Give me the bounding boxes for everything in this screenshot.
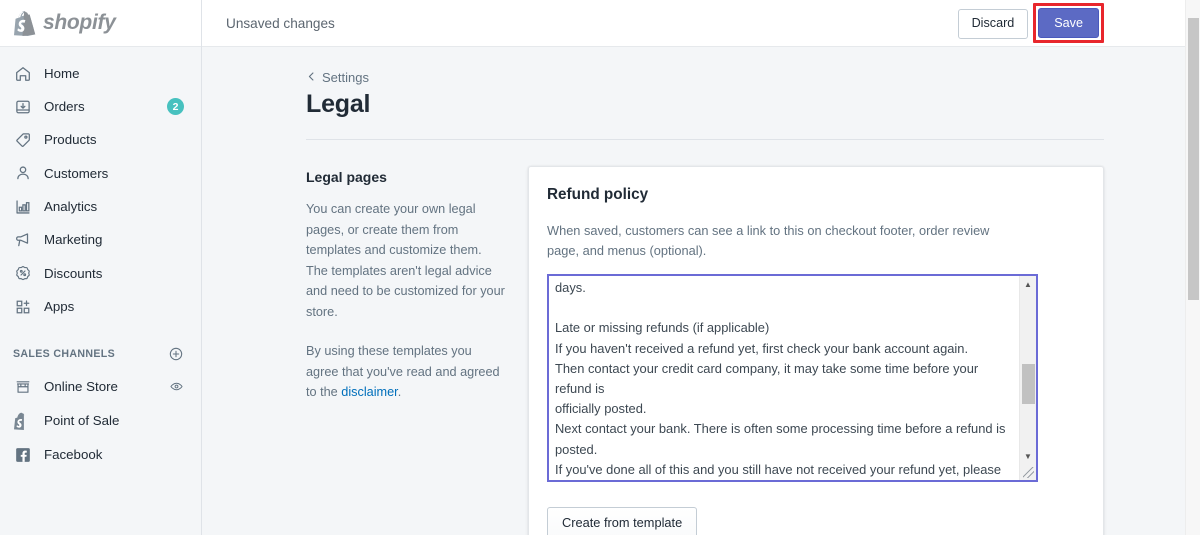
textarea-line-6: officially posted. — [555, 401, 647, 417]
marketing-megaphone-icon — [13, 230, 33, 250]
sidebar-item-label: Apps — [44, 298, 75, 314]
sidebar-item-customers[interactable]: Customers — [0, 160, 201, 187]
sidebar-item-marketing[interactable]: Marketing — [0, 226, 201, 253]
refund-policy-card: Refund policy When saved, customers can … — [528, 166, 1104, 535]
save-button[interactable]: Save — [1038, 8, 1099, 38]
sidebar-item-label: Point of Sale — [44, 412, 120, 428]
textarea-line-1: days. — [555, 280, 586, 295]
shopify-bag-icon — [14, 10, 36, 36]
section-title: SALES CHANNELS — [13, 348, 116, 361]
sidebar-item-analytics[interactable]: Analytics — [0, 193, 201, 220]
orders-count-badge: 2 — [167, 98, 184, 116]
eye-view-icon[interactable] — [168, 379, 184, 395]
sidebar-item-facebook[interactable]: Facebook — [0, 441, 201, 468]
shopify-admin-window: shopify Home Orders 2 Products Customers… — [0, 0, 1200, 535]
sidebar-item-label: Orders — [44, 99, 85, 115]
legal-pages-heading: Legal pages — [306, 169, 387, 185]
savebar-actions: Discard Save — [957, 0, 1104, 47]
save-button-highlight: Save — [1033, 3, 1104, 43]
sales-channels-header: SALES CHANNELS — [0, 343, 201, 365]
sidebar-item-label: Analytics — [44, 199, 98, 215]
legal-pages-paragraph-2-prefix: By using these templates you agree that … — [306, 344, 500, 399]
sidebar-item-orders[interactable]: Orders 2 — [0, 93, 201, 120]
legal-pages-description: Legal pages You can create your own lega… — [306, 166, 528, 403]
sidebar-item-apps[interactable]: Apps — [0, 293, 201, 320]
textarea-scrollbar-thumb[interactable] — [1022, 364, 1035, 404]
legal-pages-paragraph-2-suffix: . — [397, 385, 402, 399]
sidebar-item-home[interactable]: Home — [0, 60, 201, 87]
create-from-template-button[interactable]: Create from template — [547, 507, 698, 535]
point-of-sale-icon — [13, 411, 33, 431]
discard-button[interactable]: Discard — [957, 8, 1029, 39]
chevron-left-icon — [306, 70, 322, 85]
settings-columns: Legal pages You can create your own lega… — [306, 166, 1104, 535]
refund-policy-column: Refund policy When saved, customers can … — [528, 166, 1104, 535]
textarea-line-4: If you haven't received a refund yet, fi… — [555, 340, 969, 356]
apps-grid-plus-icon — [13, 297, 33, 317]
orders-inbox-icon — [13, 97, 33, 117]
brand-wordmark: shopify — [43, 11, 116, 34]
main-content: Unsaved changes Discard Save Settings Le… — [202, 0, 1200, 535]
page-scrollbar-thumb[interactable] — [1188, 18, 1199, 300]
brand-logo[interactable]: shopify — [0, 0, 201, 47]
textarea-line-3: Late or missing refunds (if applicable) — [555, 320, 770, 336]
sidebar-item-discounts[interactable]: Discounts — [0, 260, 201, 287]
textarea-resize-handle[interactable] — [1020, 464, 1036, 480]
facebook-icon — [13, 445, 33, 465]
sidebar-item-label: Discounts — [44, 265, 103, 281]
refund-policy-textarea-text[interactable]: days. Late or missing refunds (if applic… — [555, 278, 1016, 480]
refund-policy-description: When saved, customers can see a link to … — [547, 223, 990, 258]
sidebar: shopify Home Orders 2 Products Customers… — [0, 0, 202, 535]
legal-pages-paragraph-1: You can create your own legal pages, or … — [306, 202, 505, 319]
scroll-up-arrow-icon[interactable]: ▲ — [1020, 276, 1036, 292]
home-icon — [13, 64, 33, 84]
refund-policy-heading: Refund policy — [547, 186, 649, 203]
customer-person-icon — [13, 163, 33, 183]
textarea-line-5: Then contact your credit card company, i… — [555, 360, 982, 397]
refund-policy-textarea[interactable]: days. Late or missing refunds (if applic… — [547, 274, 1038, 482]
sidebar-item-label: Marketing — [44, 232, 103, 248]
analytics-bars-icon — [13, 197, 33, 217]
textarea-line-8: If you've done all of this and you still… — [555, 461, 1002, 477]
legal-pages-paragraph-2: By using these templates you agree that … — [306, 341, 506, 403]
sidebar-item-label: Home — [44, 65, 80, 81]
page-body: Settings Legal Legal pages You can creat… — [202, 47, 1200, 535]
page-scrollbar[interactable] — [1185, 0, 1200, 535]
sidebar-item-label: Online Store — [44, 378, 118, 394]
page-divider — [306, 139, 1104, 140]
sidebar-item-online-store[interactable]: Online Store — [0, 373, 201, 400]
sidebar-item-label: Products — [44, 132, 97, 148]
sidebar-item-products[interactable]: Products — [0, 127, 201, 154]
sidebar-item-label: Facebook — [44, 446, 103, 462]
primary-nav: Home Orders 2 Products Customers Analyti… — [0, 47, 201, 320]
textarea-scrollbar[interactable]: ▲ ▼ — [1019, 276, 1036, 480]
breadcrumb-label: Settings — [322, 70, 369, 85]
page-title: Legal — [306, 90, 371, 118]
sidebar-item-point-of-sale[interactable]: Point of Sale — [0, 407, 201, 434]
disclaimer-link[interactable]: disclaimer — [341, 385, 397, 399]
textarea-line-7: Next contact your bank. There is often s… — [555, 421, 1010, 457]
unsaved-changes-bar: Unsaved changes Discard Save — [202, 0, 1200, 47]
discount-percent-icon — [13, 263, 33, 283]
scroll-down-arrow-icon[interactable]: ▼ — [1020, 448, 1036, 464]
product-tag-icon — [13, 130, 33, 150]
sales-channels-nav: Online Store Point of Sale Facebook — [0, 373, 201, 468]
unsaved-changes-label: Unsaved changes — [226, 15, 335, 31]
online-store-icon — [13, 377, 33, 397]
sidebar-item-label: Customers — [44, 165, 109, 181]
plus-circle-icon[interactable] — [168, 346, 184, 362]
breadcrumb[interactable]: Settings — [306, 70, 1104, 85]
